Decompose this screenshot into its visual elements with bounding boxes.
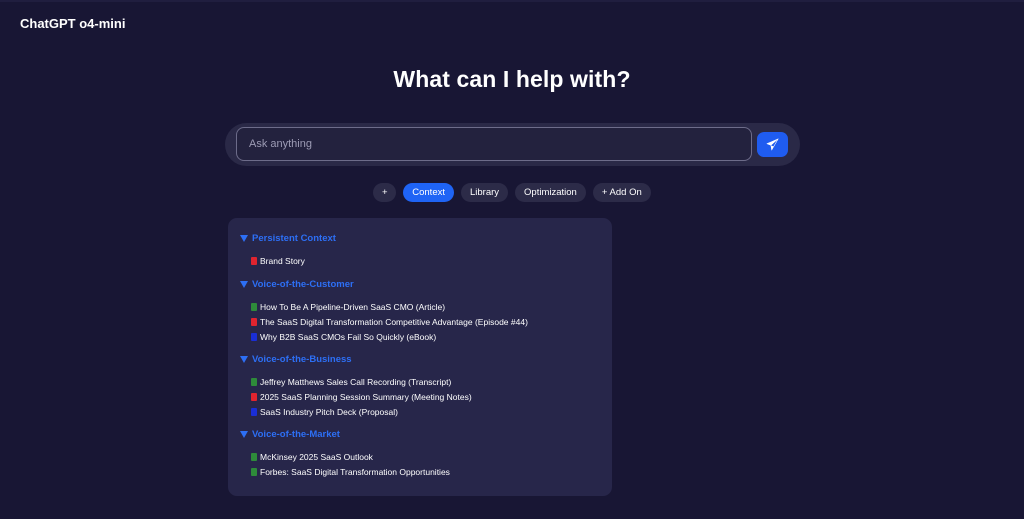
caret-down-icon — [240, 430, 248, 438]
green-document-icon — [251, 377, 257, 386]
list-item[interactable]: SaaS Industry Pitch Deck (Proposal) — [251, 404, 472, 419]
section-title: Voice-of-the-Business — [252, 353, 352, 365]
item-label: Forbes: SaaS Digital Transformation Oppo… — [260, 466, 450, 477]
section-voice-of-market: Voice-of-the-Market McKinsey 2025 SaaS O… — [240, 428, 450, 479]
item-label: The SaaS Digital Transformation Competit… — [260, 316, 528, 327]
section-title: Voice-of-the-Customer — [252, 278, 354, 290]
send-button[interactable] — [757, 132, 788, 157]
blue-document-icon — [251, 332, 257, 341]
prompt-input[interactable] — [236, 127, 752, 161]
section-toggle[interactable]: Voice-of-the-Market — [240, 428, 450, 440]
section-toggle[interactable]: Voice-of-the-Customer — [240, 278, 528, 290]
tab-library[interactable]: Library — [461, 183, 509, 202]
item-label: McKinsey 2025 SaaS Outlook — [260, 451, 373, 462]
item-label: 2025 SaaS Planning Session Summary (Meet… — [260, 391, 472, 402]
section-voice-of-customer: Voice-of-the-Customer How To Be A Pipeli… — [240, 278, 528, 344]
red-document-icon — [251, 392, 257, 401]
context-panel: Persistent Context Brand Story Voice-of-… — [228, 218, 612, 496]
app-title: ChatGPT o4-mini — [20, 16, 126, 31]
toolbar-pills: + Context Library Optimization + Add On — [0, 183, 1024, 202]
page-headline: What can I help with? — [393, 66, 631, 92]
list-item[interactable]: Why B2B SaaS CMOs Fail So Quickly (eBook… — [251, 329, 528, 344]
item-label: Jeffrey Matthews Sales Call Recording (T… — [260, 376, 452, 387]
list-item[interactable]: Forbes: SaaS Digital Transformation Oppo… — [251, 464, 450, 479]
item-label: SaaS Industry Pitch Deck (Proposal) — [260, 406, 398, 417]
caret-down-icon — [240, 280, 248, 288]
section-toggle[interactable]: Voice-of-the-Business — [240, 353, 472, 365]
list-item[interactable]: Jeffrey Matthews Sales Call Recording (T… — [251, 374, 472, 389]
section-persistent-context: Persistent Context Brand Story — [240, 232, 336, 268]
section-toggle[interactable]: Persistent Context — [240, 232, 336, 244]
list-item[interactable]: Brand Story — [251, 253, 336, 268]
tab-context[interactable]: Context — [403, 183, 454, 202]
add-on-button[interactable]: + Add On — [592, 183, 651, 202]
caret-down-icon — [240, 234, 248, 242]
green-document-icon — [251, 302, 257, 311]
green-document-icon — [251, 452, 257, 461]
section-title: Persistent Context — [252, 232, 336, 244]
list-item[interactable]: The SaaS Digital Transformation Competit… — [251, 314, 528, 329]
item-label: Brand Story — [260, 255, 305, 266]
red-document-icon — [251, 256, 257, 265]
send-icon — [766, 138, 779, 151]
blue-document-icon — [251, 407, 257, 416]
tab-optimization[interactable]: Optimization — [515, 183, 586, 202]
caret-down-icon — [240, 355, 248, 363]
section-title: Voice-of-the-Market — [252, 428, 340, 440]
green-document-icon — [251, 467, 257, 476]
top-border — [0, 0, 1024, 2]
list-item[interactable]: McKinsey 2025 SaaS Outlook — [251, 449, 450, 464]
red-document-icon — [251, 317, 257, 326]
list-item[interactable]: How To Be A Pipeline-Driven SaaS CMO (Ar… — [251, 299, 528, 314]
prompt-bar — [225, 123, 800, 166]
item-label: Why B2B SaaS CMOs Fail So Quickly (eBook… — [260, 331, 437, 342]
section-voice-of-business: Voice-of-the-Business Jeffrey Matthews S… — [240, 353, 472, 419]
add-button[interactable]: + — [373, 183, 397, 202]
item-label: How To Be A Pipeline-Driven SaaS CMO (Ar… — [260, 301, 446, 312]
list-item[interactable]: 2025 SaaS Planning Session Summary (Meet… — [251, 389, 472, 404]
